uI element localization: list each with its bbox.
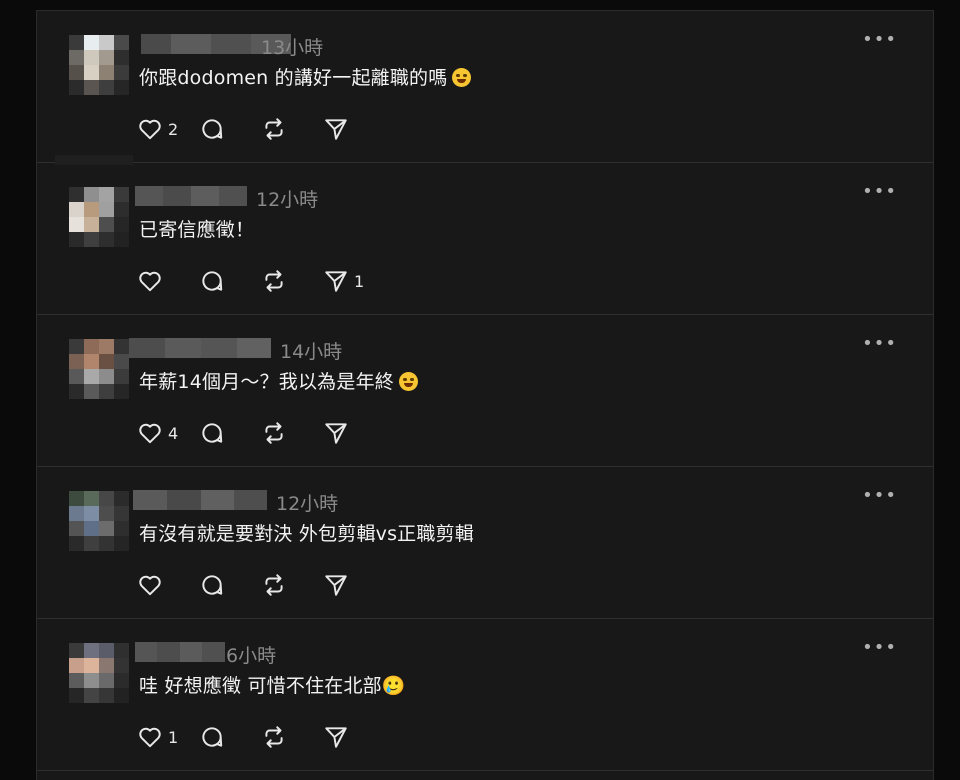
share-button[interactable] <box>323 419 385 447</box>
comment-icon <box>202 727 223 747</box>
send-icon <box>325 727 347 748</box>
username[interactable] <box>129 338 271 358</box>
comment-text: 有沒有就是要對決 外包剪輯vs正職剪輯 <box>139 523 474 545</box>
username[interactable] <box>133 490 267 510</box>
send-icon <box>325 575 347 596</box>
more-options-icon[interactable]: ••• <box>862 31 897 49</box>
like-button[interactable] <box>137 267 199 295</box>
heart-icon <box>139 119 161 140</box>
comment-item: 13小時 ••• 你跟dodomen 的講好一起離職的嗎 2 <box>37 11 933 165</box>
repost-icon <box>265 574 283 596</box>
heart-icon <box>139 575 161 596</box>
action-bar: 4 <box>137 419 385 447</box>
more-options-icon[interactable]: ••• <box>862 335 897 353</box>
send-icon <box>325 271 347 292</box>
reply-button[interactable] <box>199 267 261 295</box>
comment-icon <box>202 423 223 443</box>
repost-button[interactable] <box>261 723 323 751</box>
like-button[interactable]: 2 <box>137 115 199 143</box>
action-bar: 1 <box>137 267 385 295</box>
comment-icon <box>202 271 223 291</box>
repost-icon <box>265 118 283 140</box>
comment-text: 年薪14個月～？我以為是年終 <box>139 367 418 394</box>
reply-button[interactable] <box>199 571 261 599</box>
share-button[interactable] <box>323 115 385 143</box>
comment-icon <box>202 575 223 595</box>
timestamp: 6小時 <box>226 645 277 667</box>
like-button[interactable]: 4 <box>137 419 199 447</box>
more-options-icon[interactable]: ••• <box>862 487 897 505</box>
rofl-emoji <box>398 372 418 391</box>
heart-icon <box>139 423 161 444</box>
like-button[interactable]: 1 <box>137 723 199 751</box>
repost-button[interactable] <box>261 267 323 295</box>
heart-icon <box>139 271 161 292</box>
like-button[interactable] <box>137 571 199 599</box>
reply-button[interactable] <box>199 723 261 751</box>
comment-text: 哇 好想應徵 可惜不住在北部🥲 <box>139 675 406 697</box>
timestamp: 12小時 <box>276 493 339 515</box>
repost-icon <box>265 270 283 292</box>
repost-icon <box>265 726 283 748</box>
comment-item: 6小時 ••• 哇 好想應徵 可惜不住在北部🥲 1 <box>37 619 933 771</box>
like-count: 2 <box>168 119 179 139</box>
share-count: 1 <box>354 271 365 291</box>
send-icon <box>325 423 347 444</box>
repost-button[interactable] <box>261 115 323 143</box>
timestamp: 13小時 <box>261 37 324 59</box>
avatar[interactable] <box>69 643 129 703</box>
repost-button[interactable] <box>261 419 323 447</box>
username[interactable] <box>135 186 247 206</box>
repost-icon <box>265 422 283 444</box>
comment-text: 已寄信應徵！ <box>139 219 255 241</box>
share-button[interactable] <box>323 571 385 599</box>
comment-item: 14小時 ••• 年薪14個月～？我以為是年終 4 <box>37 315 933 467</box>
comment-item: 12小時 ••• 已寄信應徵！ 1 <box>37 163 933 315</box>
reply-button[interactable] <box>199 115 261 143</box>
avatar[interactable] <box>69 187 129 247</box>
action-bar <box>137 571 385 599</box>
more-options-icon[interactable]: ••• <box>862 183 897 201</box>
grinning-sweat-emoji <box>452 68 472 87</box>
comment-text: 你跟dodomen 的講好一起離職的嗎 <box>139 63 472 90</box>
more-options-icon[interactable]: ••• <box>862 639 897 657</box>
comment-icon <box>202 119 223 139</box>
share-button[interactable] <box>323 723 385 751</box>
comments-panel: 13小時 ••• 你跟dodomen 的講好一起離職的嗎 2 12小時 ••• … <box>36 10 934 780</box>
avatar[interactable] <box>69 339 129 399</box>
action-bar: 2 <box>137 115 385 143</box>
heart-icon <box>139 727 161 748</box>
reply-button[interactable] <box>199 419 261 447</box>
timestamp: 12小時 <box>256 189 319 211</box>
like-count: 1 <box>168 727 179 747</box>
share-button[interactable]: 1 <box>323 267 385 295</box>
send-icon <box>325 119 347 140</box>
repost-button[interactable] <box>261 571 323 599</box>
avatar[interactable] <box>69 491 129 551</box>
timestamp: 14小時 <box>280 341 343 363</box>
action-bar: 1 <box>137 723 385 751</box>
like-count: 4 <box>168 423 179 443</box>
comment-item: 12小時 ••• 有沒有就是要對決 外包剪輯vs正職剪輯 <box>37 467 933 619</box>
username[interactable] <box>135 642 225 662</box>
avatar[interactable] <box>69 35 129 95</box>
